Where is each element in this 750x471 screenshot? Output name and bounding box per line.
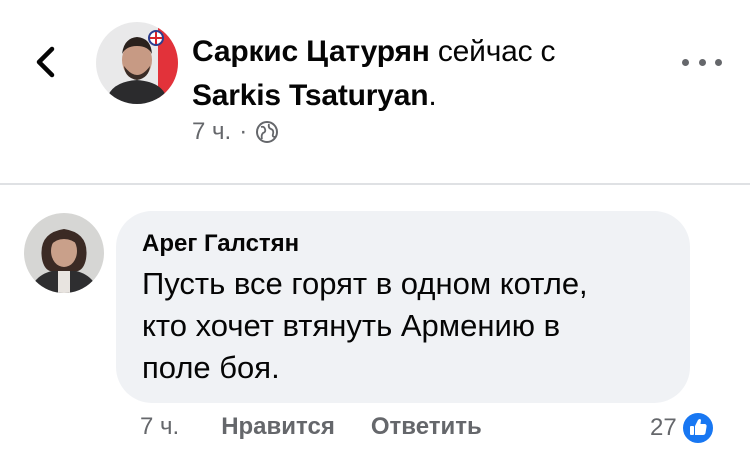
- reaction-count-value: 27: [650, 414, 677, 441]
- chevron-left-icon: [36, 46, 55, 78]
- post-header-line-1: Саркис Цатурян сейчас с: [192, 30, 662, 74]
- globe-icon: [256, 121, 279, 143]
- thumbs-up-icon: [680, 411, 715, 445]
- comment-actions: 7 ч. Нравится Ответить: [140, 413, 482, 441]
- post-action-text: сейчас с: [437, 35, 556, 68]
- more-options-button[interactable]: [682, 50, 722, 74]
- comment-text-line: поле боя.: [142, 350, 280, 385]
- more-dot-icon: [698, 58, 706, 66]
- shared-with-name[interactable]: Sarkis Tsaturyan: [192, 79, 429, 112]
- divider: [0, 183, 750, 185]
- post-author-name[interactable]: Саркис Цатурян: [192, 35, 430, 68]
- comment-text: Пусть все горят в одном котле, кто хочет…: [142, 263, 664, 389]
- reaction-count[interactable]: 27: [650, 411, 715, 445]
- meta-separator: ·: [239, 118, 248, 145]
- comment-text-line: кто хочет втянуть Армению в: [142, 308, 561, 343]
- commenter-avatar[interactable]: [24, 213, 104, 293]
- post-header: Саркис Цатурян сейчас с Sarkis Tsaturyan…: [192, 30, 662, 118]
- comment-text-line: Пусть все горят в одном котле,: [142, 266, 588, 301]
- commenter-name[interactable]: Арег Галстян: [142, 229, 664, 259]
- post-header-line-2: Sarkis Tsaturyan.: [192, 74, 662, 118]
- author-avatar[interactable]: [96, 22, 178, 104]
- post-time[interactable]: 7 ч.: [192, 118, 231, 146]
- back-button[interactable]: [30, 42, 62, 82]
- comment-bubble: Арег Галстян Пусть все горят в одном кот…: [116, 211, 690, 403]
- shared-suffix: .: [428, 79, 437, 112]
- more-dot-icon: [715, 58, 722, 66]
- comment-time[interactable]: 7 ч.: [140, 413, 179, 441]
- reply-button[interactable]: Ответить: [371, 413, 482, 441]
- post-meta: 7 ч. ·: [192, 118, 279, 146]
- like-button[interactable]: Нравится: [221, 413, 335, 441]
- more-dot-icon: [682, 58, 689, 66]
